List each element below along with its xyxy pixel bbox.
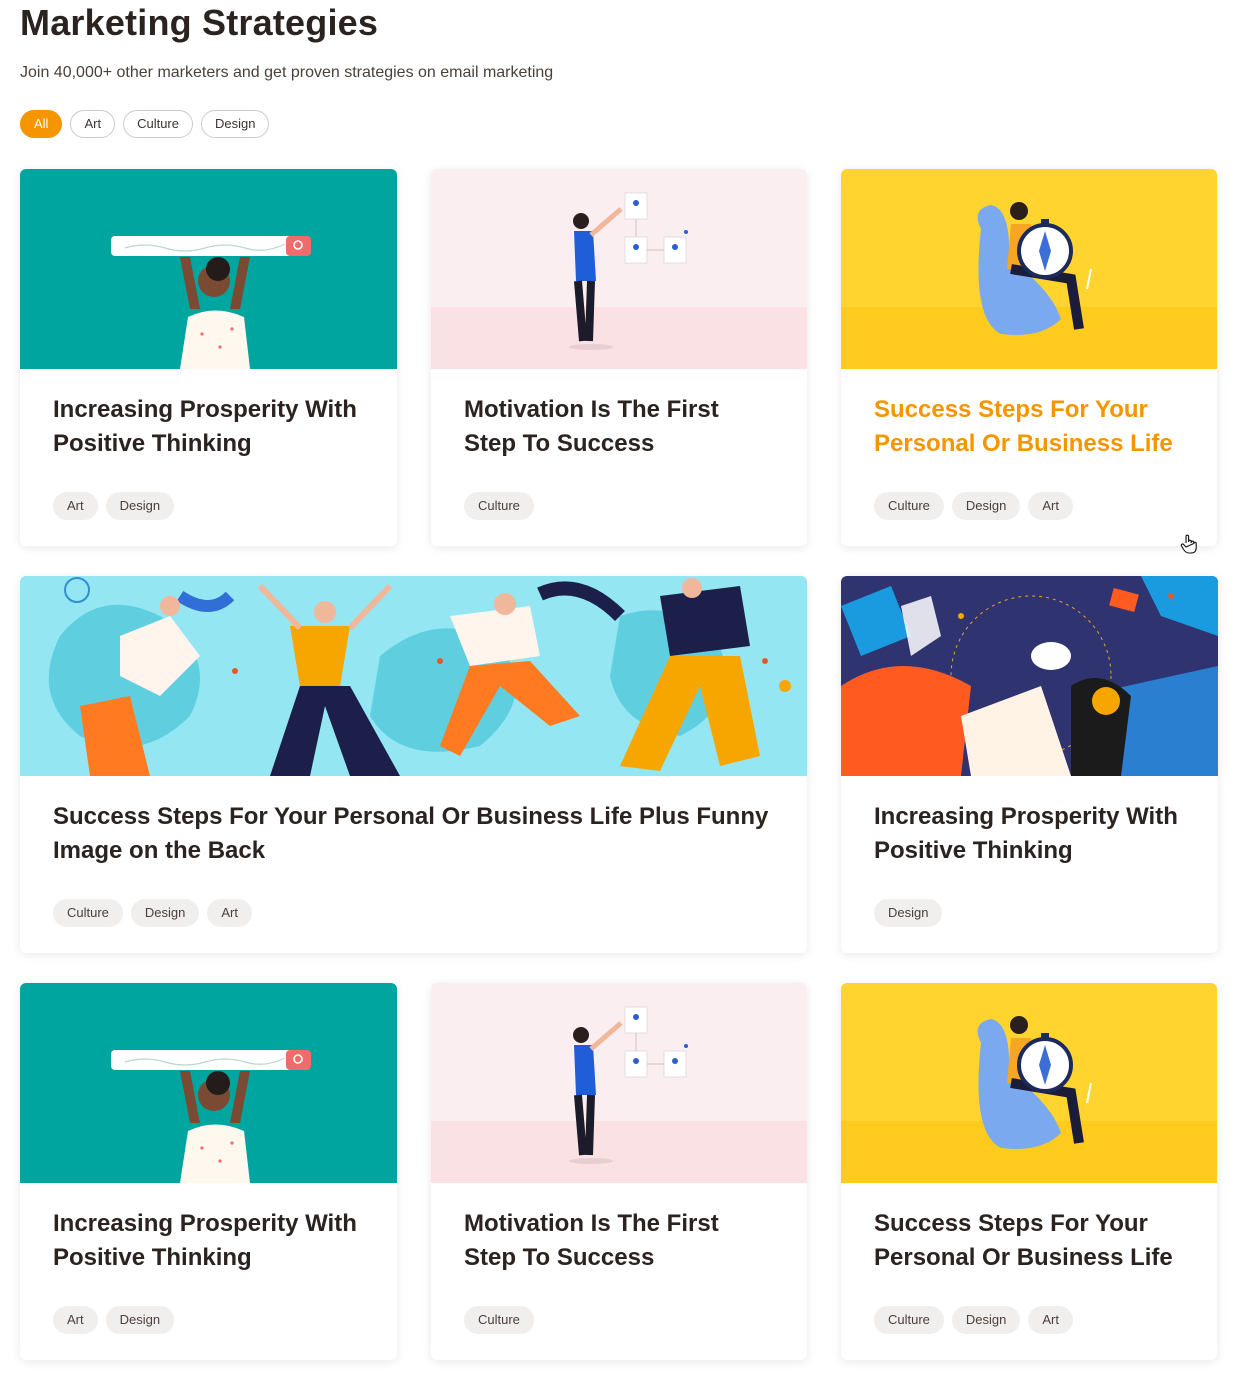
collage-illustration [841,576,1218,776]
article-card[interactable]: Motivation Is The First Step To Success … [431,983,807,1360]
hand-cursor-icon [1180,534,1197,554]
card-tags: Culture [464,1306,534,1334]
tag-culture[interactable]: Culture [874,492,944,520]
tag-art[interactable]: Art [207,899,253,927]
article-card[interactable]: Increasing Prosperity With Positive Thin… [20,983,397,1360]
card-title[interactable]: Increasing Prosperity With Positive Thin… [53,393,367,461]
card-title[interactable]: Increasing Prosperity With Positive Thin… [53,1207,367,1275]
card-title[interactable]: Success Steps For Your Personal Or Busin… [874,1207,1187,1275]
card-title[interactable]: Motivation Is The First Step To Success [464,1207,777,1275]
tag-design[interactable]: Design [874,899,943,927]
page-subtitle: Join 40,000+ other marketers and get pro… [20,64,554,81]
dancing-people-illustration [20,576,807,776]
filter-bar: All Art Culture Design [20,110,270,138]
article-card[interactable]: Increasing Prosperity With Positive Thin… [20,169,397,546]
card-tags: Culture [464,492,534,520]
card-tags: Design [874,899,943,927]
card-tags: Culture Design Art [874,492,1074,520]
page: Marketing Strategies Join 40,000+ other … [0,0,1238,1384]
filter-all[interactable]: All [20,110,63,138]
tag-design[interactable]: Design [105,492,175,520]
article-card[interactable]: Motivation Is The First Step To Success … [431,169,807,546]
tag-art[interactable]: Art [1028,492,1074,520]
tag-design[interactable]: Design [105,1306,175,1334]
search-bar-illustration [20,983,397,1183]
page-title: Marketing Strategies [20,2,379,43]
card-title[interactable]: Success Steps For Your Personal Or Busin… [53,800,777,868]
tag-culture[interactable]: Culture [464,1306,534,1334]
tag-culture[interactable]: Culture [464,492,534,520]
article-card[interactable]: Increasing Prosperity With Positive Thin… [841,576,1218,953]
compass-illustration [841,983,1217,1183]
tag-art[interactable]: Art [53,492,98,520]
article-card[interactable]: Success Steps For Your Personal Or Busin… [841,983,1217,1360]
filter-culture[interactable]: Culture [123,110,193,138]
card-tags: Culture Design Art [874,1306,1074,1334]
tag-culture[interactable]: Culture [874,1306,944,1334]
tag-art[interactable]: Art [53,1306,98,1334]
flowchart-illustration [431,983,807,1183]
card-title[interactable]: Motivation Is The First Step To Success [464,393,777,461]
compass-illustration [841,169,1217,369]
card-tags: Art Design [53,492,175,520]
filter-design[interactable]: Design [201,110,270,138]
filter-art[interactable]: Art [70,110,116,138]
card-title[interactable]: Success Steps For Your Personal Or Busin… [874,393,1187,461]
tag-design[interactable]: Design [951,492,1021,520]
tag-culture[interactable]: Culture [53,899,123,927]
card-tags: Culture Design Art [53,899,253,927]
article-card[interactable]: Success Steps For Your Personal Or Busin… [841,169,1217,546]
tag-art[interactable]: Art [1028,1306,1074,1334]
card-title[interactable]: Increasing Prosperity With Positive Thin… [874,800,1188,868]
flowchart-illustration [431,169,807,369]
tag-design[interactable]: Design [130,899,200,927]
search-bar-illustration [20,169,397,369]
tag-design[interactable]: Design [951,1306,1021,1334]
card-tags: Art Design [53,1306,175,1334]
article-card-wide[interactable]: Success Steps For Your Personal Or Busin… [20,576,807,953]
